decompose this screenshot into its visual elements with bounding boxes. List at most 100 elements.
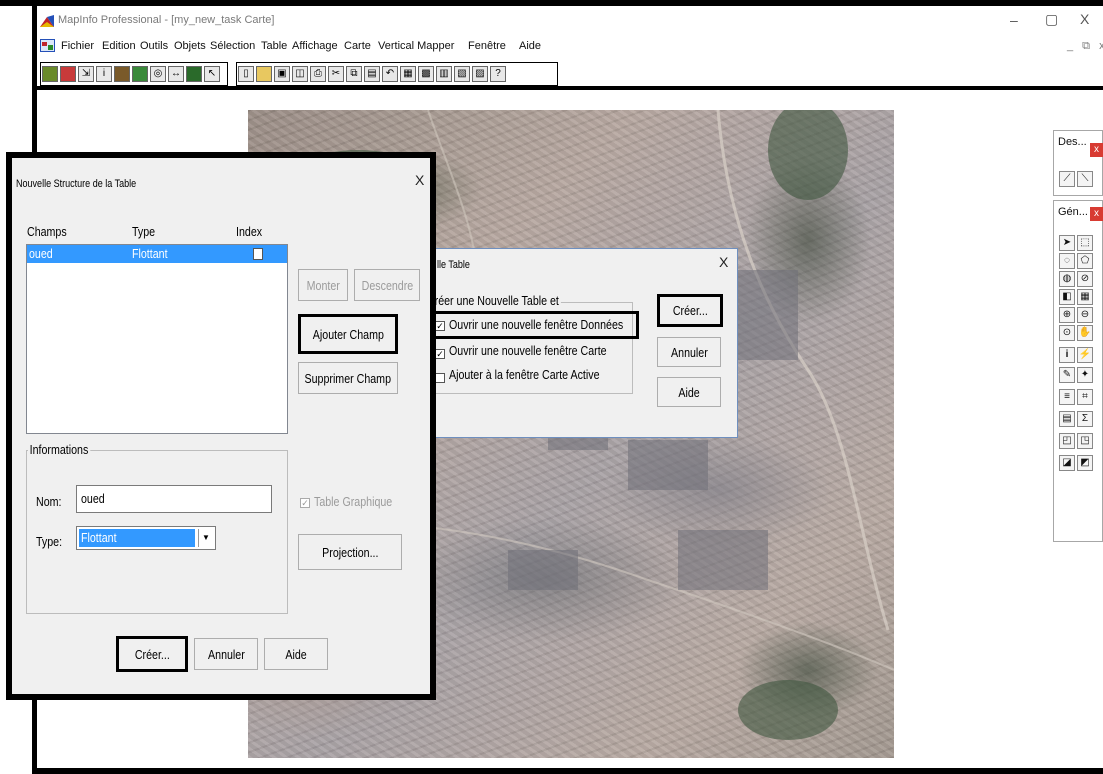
general-panel-close-button[interactable]: x [1090, 207, 1103, 221]
general-toolbar-panel: Gén... x ➤ ⬚ ◌ ⬠ ◍ ⊘ ◧ ▦ ⊕ ⊖ ⊙ ✋ i ⚡ ✎ ✦… [1053, 200, 1103, 542]
select-icon[interactable]: ⇲ [78, 66, 94, 82]
layer-control-icon[interactable] [42, 66, 58, 82]
info-tool-icon[interactable]: i [1059, 347, 1075, 363]
name-field[interactable]: oued [76, 485, 272, 513]
erase-icon[interactable]: ◩ [1077, 455, 1093, 471]
delete-field-button[interactable]: Supprimer Champ [298, 362, 398, 394]
clip-region-icon[interactable]: ◰ [1059, 433, 1075, 449]
type-select[interactable]: Flottant ▼ [76, 526, 216, 550]
help-icon[interactable]: ? [490, 66, 506, 82]
move-down-label: Descendre [361, 277, 413, 293]
move-up-button[interactable]: Monter [298, 269, 348, 301]
label-tool-icon[interactable]: ✎ [1059, 367, 1075, 383]
zoom-out-icon[interactable]: ⊖ [1077, 307, 1093, 323]
open-map-checkbox[interactable]: ✓ [435, 349, 445, 359]
menu-table[interactable]: Table [261, 40, 287, 52]
save-icon[interactable]: ▣ [274, 66, 290, 82]
new-map-icon[interactable]: ▩ [418, 66, 434, 82]
graph-select-icon[interactable]: ▦ [1077, 289, 1093, 305]
boundary-select-icon[interactable]: ◍ [1059, 271, 1075, 287]
new-table-create-button[interactable]: Créer... [657, 294, 723, 327]
grabber-hand-icon[interactable]: ✋ [1077, 325, 1093, 341]
map-style-icon[interactable] [60, 66, 76, 82]
menu-selection[interactable]: Sélection [210, 40, 255, 52]
menu-aide[interactable]: Aide [519, 40, 541, 52]
layout-icon[interactable] [114, 66, 130, 82]
move-down-button[interactable]: Descendre [354, 269, 420, 301]
select-arrow-icon[interactable]: ➤ [1059, 235, 1075, 251]
field-index-checkbox[interactable] [253, 248, 263, 260]
invert-select-icon[interactable]: ◧ [1059, 289, 1075, 305]
menu-outils[interactable]: Outils [140, 40, 168, 52]
print-icon[interactable]: ⎙ [310, 66, 326, 82]
add-to-map-checkbox[interactable] [435, 373, 445, 383]
statistics-icon[interactable]: ◎ [150, 66, 166, 82]
change-view-icon[interactable]: ⊙ [1059, 325, 1075, 341]
structure-help-button[interactable]: Aide [264, 638, 328, 670]
add-field-button[interactable]: Ajouter Champ [298, 314, 398, 354]
copy-icon[interactable]: ⧉ [346, 66, 362, 82]
new-table-help-button[interactable]: Aide [657, 377, 721, 407]
cut-icon[interactable]: ✂ [328, 66, 344, 82]
undo-icon[interactable]: ↶ [382, 66, 398, 82]
polyline-tool-icon[interactable]: ⟍ [1077, 171, 1093, 187]
layer-control-tool-icon[interactable]: ≡ [1059, 389, 1075, 405]
new-table-cancel-button[interactable]: Annuler [657, 337, 721, 367]
open-icon[interactable] [256, 66, 272, 82]
drag-window-icon[interactable]: ✦ [1077, 367, 1093, 383]
new-table-dialog-close-button[interactable]: X [719, 254, 728, 270]
projection-button[interactable]: Projection... [298, 534, 402, 570]
legend-icon[interactable] [132, 66, 148, 82]
polygon-select-icon[interactable]: ⬠ [1077, 253, 1093, 269]
menu-edition[interactable]: Edition [102, 40, 136, 52]
open-map-label: Ouvrir une nouvelle fenêtre Carte [449, 343, 607, 358]
new-layout-icon[interactable]: ▧ [454, 66, 470, 82]
pointer-icon[interactable]: ↖ [204, 66, 220, 82]
radius-select-icon[interactable]: ◌ [1059, 253, 1075, 269]
statistics-tool-icon[interactable]: Σ [1077, 411, 1093, 427]
menu-fichier[interactable]: Fichier [61, 40, 94, 52]
unselect-icon[interactable]: ⊘ [1077, 271, 1093, 287]
mdi-window-controls[interactable]: _ ⧉ x [1067, 40, 1103, 53]
set-target-icon[interactable]: ◳ [1077, 433, 1093, 449]
paste-icon[interactable]: ▤ [364, 66, 380, 82]
marquee-select-icon[interactable]: ⬚ [1077, 235, 1093, 251]
page-setup-icon[interactable]: ◫ [292, 66, 308, 82]
structure-create-button[interactable]: Créer... [116, 636, 188, 672]
menu-affichage[interactable]: Affichage [292, 40, 338, 52]
legend-tool-icon[interactable]: ▤ [1059, 411, 1075, 427]
ruler-tool-icon[interactable]: ⌗ [1077, 389, 1093, 405]
minimize-button[interactable]: – [1010, 12, 1018, 28]
table-row[interactable]: oued Flottant [27, 245, 287, 263]
structure-help-label: Aide [285, 646, 307, 662]
fields-list[interactable]: oued Flottant [26, 244, 288, 434]
close-button[interactable]: X [1080, 11, 1089, 27]
info-icon[interactable]: i [96, 66, 112, 82]
menu-fenetre[interactable]: Fenêtre [468, 40, 506, 52]
open-browser-checkbox[interactable]: ✓ [435, 321, 445, 331]
table-graphic-checkbox[interactable]: ✓ [300, 498, 310, 508]
redistrict-icon[interactable]: ▨ [472, 66, 488, 82]
name-label: Nom: [36, 494, 62, 509]
new-browser-icon[interactable]: ▦ [400, 66, 416, 82]
new-icon[interactable]: ▯ [238, 66, 254, 82]
line-tool-icon[interactable]: ⟋ [1059, 171, 1075, 187]
hotlink-tool-icon[interactable]: ⚡ [1077, 347, 1093, 363]
show-cosmetic-icon[interactable]: ◪ [1059, 455, 1075, 471]
chevron-down-icon[interactable]: ▼ [198, 529, 213, 547]
structure-cancel-button[interactable]: Annuler [194, 638, 258, 670]
menu-objets[interactable]: Objets [174, 40, 206, 52]
document-icon[interactable] [40, 39, 55, 52]
drawing-panel-close-button[interactable]: x [1090, 143, 1103, 157]
ruler-icon[interactable]: ↔ [168, 66, 184, 82]
hotlink-icon[interactable] [186, 66, 202, 82]
general-panel-title: Gén... [1058, 206, 1088, 218]
maximize-button[interactable]: ▢ [1045, 11, 1058, 28]
menu-carte[interactable]: Carte [344, 40, 371, 52]
field-type-cell: Flottant [132, 246, 168, 261]
new-graph-icon[interactable]: ▥ [436, 66, 452, 82]
add-to-map-label: Ajouter à la fenêtre Carte Active [449, 367, 600, 382]
table-structure-close-button[interactable]: X [415, 172, 424, 188]
menu-vertical-mapper[interactable]: Vertical Mapper [378, 40, 454, 52]
zoom-in-icon[interactable]: ⊕ [1059, 307, 1075, 323]
